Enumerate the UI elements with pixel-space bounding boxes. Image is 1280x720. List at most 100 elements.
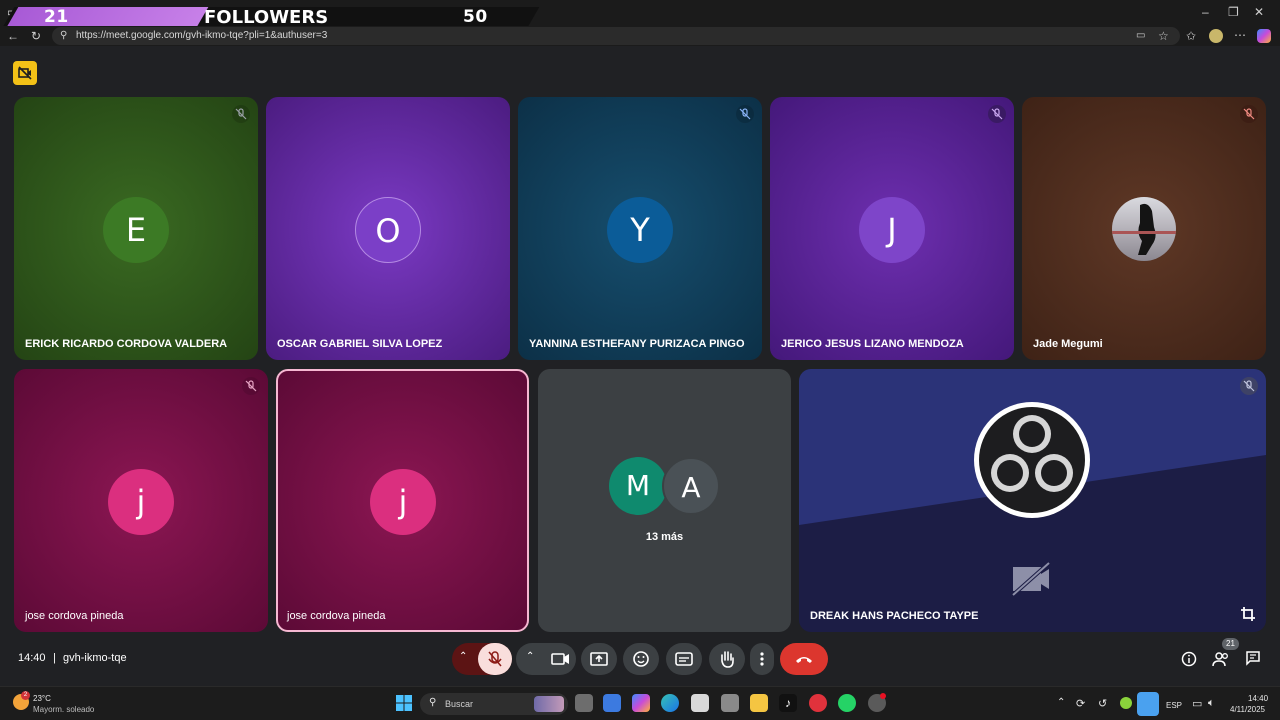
store-icon[interactable]	[603, 694, 621, 712]
people-count-badge: 21	[1222, 638, 1239, 650]
clock-date[interactable]: 4/11/2025	[1230, 705, 1265, 714]
participant-name: jose cordova pineda	[25, 610, 124, 622]
participant-avatar: O	[355, 197, 421, 263]
captions-button[interactable]	[666, 643, 702, 675]
back-icon[interactable]: ←	[7, 30, 19, 42]
clock-time[interactable]: 14:40	[1248, 694, 1268, 703]
participant-tile-screen[interactable]: DREAK HANS PACHECO TAYPE	[799, 369, 1266, 632]
muted-mic-icon	[242, 377, 260, 395]
hand-icon	[721, 651, 734, 668]
weather-temperature: 23°C	[33, 694, 51, 703]
minimize-icon[interactable]: –	[1202, 6, 1209, 18]
edge-browser-icon[interactable]	[661, 694, 679, 712]
more-vert-icon	[760, 652, 764, 666]
url-text: https://meet.google.com/gvh-ikmo-tqe?pli…	[76, 30, 328, 41]
meeting-info-icon[interactable]	[1181, 651, 1197, 667]
more-participants-tile[interactable]: M A 13 más	[538, 369, 791, 632]
more-options-button[interactable]	[750, 643, 774, 675]
participant-avatar: A	[662, 457, 720, 515]
muted-mic-icon	[1240, 377, 1258, 395]
network-icon[interactable]: ▭	[1192, 697, 1202, 710]
steam-badge	[880, 693, 886, 699]
reactions-button[interactable]	[623, 643, 659, 675]
cast-icon[interactable]: ▭	[1136, 30, 1145, 42]
followers-goal-count: 50	[463, 7, 488, 27]
participant-tile[interactable]: J JERICO JESUS LIZANO MENDOZA	[770, 97, 1014, 360]
leave-call-button[interactable]	[780, 643, 828, 675]
participant-avatar: E	[103, 197, 169, 263]
present-screen-icon	[590, 652, 608, 666]
camera-toggle-button[interactable]	[546, 643, 576, 675]
meeting-time: 14:40	[18, 652, 46, 664]
microphone-in-use-icon[interactable]	[1137, 692, 1159, 716]
camera-off-indicator[interactable]	[13, 61, 37, 85]
participant-photo	[1112, 197, 1176, 261]
participant-avatar: j	[108, 469, 174, 535]
tray-app-icon[interactable]	[1120, 697, 1132, 709]
opera-icon[interactable]	[809, 694, 827, 712]
muted-mic-icon	[736, 105, 754, 123]
hang-up-icon	[796, 657, 812, 663]
participant-name: YANNINA ESTHEFANY PURIZACA PINGO	[529, 338, 745, 350]
task-view-icon[interactable]	[575, 694, 593, 712]
sync-icon[interactable]: ⟳	[1076, 697, 1085, 710]
participant-tile[interactable]: Y YANNINA ESTHEFANY PURIZACA PINGO	[518, 97, 762, 360]
app-icon[interactable]	[721, 694, 739, 712]
mic-options-chevron-icon[interactable]: ⌃	[459, 651, 467, 662]
present-button[interactable]	[581, 643, 617, 675]
weather-description: Mayorm. soleado	[33, 705, 95, 714]
tiktok-icon[interactable]: ♪	[779, 694, 797, 712]
chat-icon[interactable]	[1245, 650, 1261, 666]
profile-avatar[interactable]	[1209, 29, 1223, 43]
search-highlight-image	[534, 696, 564, 712]
participant-tile[interactable]: E ERICK RICARDO CORDOVA VALDERA	[14, 97, 258, 360]
mic-off-icon	[488, 651, 502, 667]
crop-frame-icon[interactable]	[1240, 606, 1256, 622]
copilot-app-icon[interactable]	[632, 694, 650, 712]
participant-avatar: J	[859, 197, 925, 263]
raise-hand-button[interactable]	[709, 643, 745, 675]
favorites-icon[interactable]: ✩	[1186, 30, 1196, 42]
participant-tile-self[interactable]: j jose cordova pineda	[276, 369, 529, 632]
participant-tile[interactable]: j jose cordova pineda	[14, 369, 268, 632]
refresh-icon[interactable]: ↺	[1098, 697, 1107, 710]
favorite-star-icon[interactable]: ☆	[1158, 30, 1169, 42]
camera-options-chevron-icon[interactable]: ⌃	[526, 651, 534, 662]
mic-toggle-button[interactable]	[478, 643, 512, 675]
muted-mic-icon	[1240, 105, 1258, 123]
participant-tile[interactable]: Jade Megumi	[1022, 97, 1266, 360]
video-off-icon	[1011, 561, 1051, 597]
reload-icon[interactable]: ↻	[31, 30, 41, 42]
file-explorer-icon[interactable]	[750, 694, 768, 712]
participant-avatar: Y	[607, 197, 673, 263]
participant-avatar: j	[370, 469, 436, 535]
windows-start-icon[interactable]	[396, 695, 412, 711]
captions-icon	[675, 652, 693, 666]
site-info-icon[interactable]: ⚲	[60, 30, 67, 42]
participant-name: ERICK RICARDO CORDOVA VALDERA	[25, 338, 228, 350]
search-placeholder: Buscar	[445, 699, 474, 709]
whatsapp-icon[interactable]	[838, 694, 856, 712]
close-icon[interactable]: ✕	[1254, 6, 1264, 18]
participant-name: DREAK HANS PACHECO TAYPE	[810, 610, 979, 622]
participant-name: jose cordova pineda	[287, 610, 386, 622]
volume-icon[interactable]: 🔈︎	[1208, 697, 1215, 710]
muted-mic-icon	[988, 105, 1006, 123]
language-indicator[interactable]: ESP	[1166, 701, 1182, 710]
more-participants-label: 13 más	[645, 531, 684, 543]
participant-name: JERICO JESUS LIZANO MENDOZA	[781, 338, 964, 350]
show-hidden-icons-chevron-icon[interactable]: ⌃	[1057, 697, 1065, 708]
notification-badge: 2	[21, 691, 30, 700]
search-icon: ⚲	[429, 697, 437, 708]
copilot-icon[interactable]	[1257, 29, 1271, 43]
separator: |	[53, 652, 56, 664]
more-options-icon[interactable]: ⋯	[1234, 29, 1246, 41]
snipping-tool-icon[interactable]	[691, 694, 709, 712]
maximize-icon[interactable]: ❐	[1228, 6, 1239, 18]
video-camera-icon	[551, 653, 569, 665]
participant-tile[interactable]: O OSCAR GABRIEL SILVA LOPEZ	[266, 97, 510, 360]
followers-current-count: 21	[44, 7, 69, 27]
people-icon[interactable]	[1212, 651, 1230, 667]
muted-mic-icon	[232, 105, 250, 123]
followers-label: FOLLOWERS	[204, 7, 329, 28]
